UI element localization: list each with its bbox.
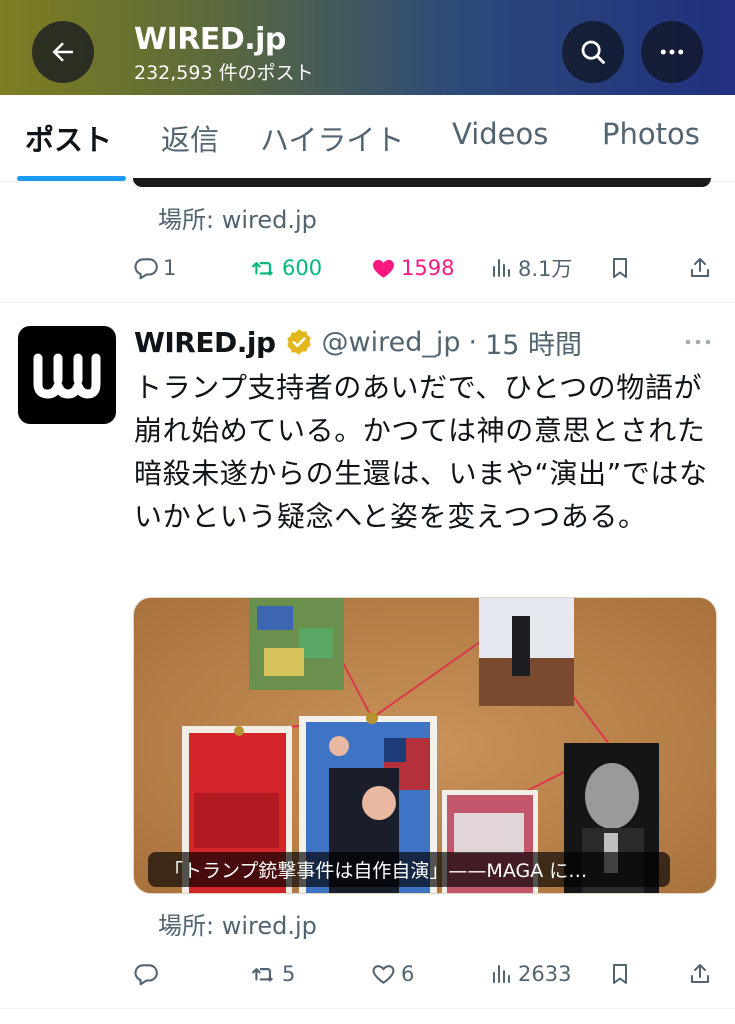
view-count: 8.1万 bbox=[518, 257, 573, 281]
more-icon bbox=[660, 49, 684, 55]
post-text: トランプ支持者のあいだで、ひとつの物語が崩れ始めている。かつては神の意思とされた… bbox=[134, 371, 708, 533]
search-icon bbox=[581, 40, 605, 64]
like-count: 1598 bbox=[401, 256, 455, 280]
share-button[interactable] bbox=[688, 248, 712, 288]
post-more-button[interactable] bbox=[683, 332, 713, 356]
more-button[interactable] bbox=[641, 21, 703, 83]
like-button[interactable]: 1598 bbox=[370, 248, 454, 288]
reply-icon bbox=[134, 258, 158, 280]
post-count: 232,593 件のポスト bbox=[134, 62, 314, 84]
author-name[interactable]: WIRED.jp bbox=[134, 326, 276, 359]
share-icon bbox=[691, 258, 709, 277]
post-author-line: WIRED.jp @wired_jp · 15 時間 bbox=[134, 322, 582, 362]
corkboard-image bbox=[134, 598, 716, 893]
post-location[interactable]: 場所: wired.jp bbox=[158, 906, 317, 941]
heart-icon bbox=[373, 259, 394, 278]
tab-replies[interactable]: 返信 bbox=[161, 117, 219, 159]
views-button[interactable]: 8.1万 bbox=[490, 248, 572, 288]
reply-count: 1 bbox=[163, 256, 177, 280]
avatar[interactable] bbox=[18, 326, 116, 424]
header-title: WIRED.jp bbox=[134, 22, 286, 57]
view-count: 2633 bbox=[518, 962, 572, 986]
post-media-card[interactable] bbox=[133, 597, 717, 894]
share-button[interactable] bbox=[688, 954, 712, 994]
like-button[interactable]: 6 bbox=[370, 954, 414, 994]
reply-button[interactable] bbox=[133, 954, 163, 994]
bookmark-button[interactable] bbox=[608, 248, 632, 288]
more-icon bbox=[685, 339, 711, 345]
like-count: 6 bbox=[401, 962, 415, 986]
verified-badge-icon bbox=[286, 329, 311, 355]
repost-icon bbox=[252, 968, 273, 982]
views-icon bbox=[493, 965, 510, 983]
views-button[interactable]: 2633 bbox=[490, 954, 571, 994]
tab-posts[interactable]: ポスト bbox=[25, 117, 112, 159]
reply-icon bbox=[134, 964, 158, 986]
post-location[interactable]: 場所: wired.jp bbox=[158, 200, 317, 235]
author-handle[interactable]: @wired_jp bbox=[322, 327, 461, 358]
active-tab-indicator bbox=[17, 176, 126, 181]
share-icon bbox=[691, 964, 709, 983]
post-divider bbox=[0, 302, 735, 303]
repost-icon bbox=[252, 262, 273, 276]
post-media-previous[interactable] bbox=[133, 178, 711, 187]
arrow-left-icon bbox=[52, 42, 73, 62]
tab-highlights[interactable]: ハイライト bbox=[260, 117, 404, 159]
bookmark-icon bbox=[613, 964, 627, 984]
wired-logo-icon bbox=[33, 353, 101, 399]
repost-button[interactable]: 600 bbox=[250, 248, 322, 288]
heart-icon bbox=[372, 965, 395, 984]
search-button[interactable] bbox=[562, 21, 624, 83]
tab-videos[interactable]: Videos bbox=[452, 117, 548, 151]
meta-separator: · bbox=[468, 326, 478, 358]
post-actions: 1 600 1598 8.1万 bbox=[0, 248, 735, 288]
repost-button[interactable]: 5 bbox=[250, 954, 295, 994]
reply-button[interactable]: 1 bbox=[133, 248, 176, 288]
repost-count: 600 bbox=[282, 256, 323, 280]
post-divider bbox=[0, 1008, 735, 1009]
profile-tabs: ポスト 返信 ハイライト Videos Photos bbox=[0, 95, 735, 182]
tab-photos[interactable]: Photos bbox=[602, 117, 700, 151]
post-timestamp[interactable]: 15 時間 bbox=[485, 323, 582, 362]
back-button[interactable] bbox=[32, 21, 94, 83]
media-caption: 「トランプ銃撃事件は自作自演」——MAGA に… bbox=[148, 852, 670, 887]
views-icon bbox=[493, 259, 510, 277]
repost-count: 5 bbox=[282, 962, 296, 986]
post-actions: 5 6 2633 bbox=[0, 954, 735, 994]
bookmark-icon bbox=[613, 258, 627, 278]
profile-header: WIRED.jp 232,593 件のポスト bbox=[0, 0, 735, 95]
bookmark-button[interactable] bbox=[608, 954, 632, 994]
